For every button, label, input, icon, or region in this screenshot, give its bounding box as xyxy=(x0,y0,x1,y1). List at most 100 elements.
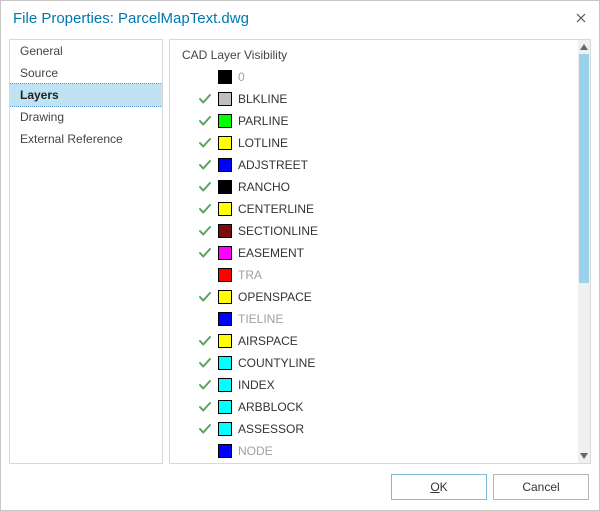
layer-row[interactable]: BLKLINE xyxy=(198,88,578,110)
sidebar-item-label: Source xyxy=(20,66,58,80)
section-title: CAD Layer Visibility xyxy=(182,48,578,62)
layer-label: ADJSTREET xyxy=(238,158,308,172)
color-swatch xyxy=(218,202,232,216)
layer-label: PARLINE xyxy=(238,114,288,128)
ok-button-label: OK xyxy=(430,480,447,494)
layer-row[interactable]: COUNTYLINE xyxy=(198,352,578,374)
color-swatch xyxy=(218,378,232,392)
visible-check-icon[interactable] xyxy=(198,247,212,259)
color-swatch xyxy=(218,400,232,414)
layer-row[interactable]: TRA xyxy=(198,264,578,286)
sidebar-item-layers[interactable]: Layers xyxy=(9,83,163,107)
visible-check-icon[interactable] xyxy=(198,401,212,413)
scroll-down-button[interactable] xyxy=(578,449,590,463)
color-swatch xyxy=(218,158,232,172)
cancel-button-label: Cancel xyxy=(522,480,559,494)
dialog-title: File Properties: ParcelMapText.dwg xyxy=(13,10,249,27)
color-swatch xyxy=(218,268,232,282)
visible-check-icon[interactable] xyxy=(198,423,212,435)
layer-row[interactable]: ADJSTREET xyxy=(198,154,578,176)
sidebar-item-drawing[interactable]: Drawing xyxy=(10,106,162,128)
color-swatch xyxy=(218,114,232,128)
layer-row[interactable]: NODE xyxy=(198,440,578,462)
color-swatch xyxy=(218,290,232,304)
layer-row[interactable]: RANCHO xyxy=(198,176,578,198)
visible-check-icon[interactable] xyxy=(198,357,212,369)
scroll-thumb[interactable] xyxy=(579,54,589,283)
sidebar-item-general[interactable]: General xyxy=(10,40,162,62)
color-swatch xyxy=(218,444,232,458)
cancel-button[interactable]: Cancel xyxy=(493,474,589,500)
scroll-up-button[interactable] xyxy=(578,40,590,54)
layer-list: 0 BLKLINE PARLINE LOTLINE ADJSTREET RANCHO CEN… xyxy=(182,66,578,462)
layer-row[interactable]: INDEX xyxy=(198,374,578,396)
visible-check-icon[interactable] xyxy=(198,159,212,171)
layer-label: 0 xyxy=(238,70,245,84)
scroll-track[interactable] xyxy=(578,54,590,449)
visible-check-icon[interactable] xyxy=(198,93,212,105)
chevron-up-icon xyxy=(580,44,588,50)
visible-check-icon[interactable] xyxy=(198,137,212,149)
layer-label: LOTLINE xyxy=(238,136,288,150)
color-swatch xyxy=(218,136,232,150)
layer-label: INDEX xyxy=(238,378,275,392)
layer-row[interactable]: ARBBLOCK xyxy=(198,396,578,418)
layer-row[interactable]: AIRSPACE xyxy=(198,330,578,352)
layer-row[interactable]: LOTLINE xyxy=(198,132,578,154)
sidebar-item-label: Drawing xyxy=(20,110,64,124)
layer-row[interactable]: EASEMENT xyxy=(198,242,578,264)
visible-check-icon[interactable] xyxy=(198,181,212,193)
sidebar-item-source[interactable]: Source xyxy=(10,62,162,84)
main-scroll-area: CAD Layer Visibility 0 BLKLINE PARLINE LOTL… xyxy=(170,40,578,463)
layer-row[interactable]: CENTERLINE xyxy=(198,198,578,220)
layer-row[interactable]: TIELINE xyxy=(198,308,578,330)
layer-label: TRA xyxy=(238,268,262,282)
chevron-down-icon xyxy=(580,453,588,459)
layer-label: EASEMENT xyxy=(238,246,304,260)
layer-label: AIRSPACE xyxy=(238,334,298,348)
dialog-footer: OK Cancel xyxy=(1,464,599,510)
color-swatch xyxy=(218,92,232,106)
color-swatch xyxy=(218,356,232,370)
layer-label: ASSESSOR xyxy=(238,422,304,436)
visible-check-icon[interactable] xyxy=(198,291,212,303)
visible-check-icon[interactable] xyxy=(198,335,212,347)
color-swatch xyxy=(218,312,232,326)
scrollbar-vertical[interactable] xyxy=(578,40,590,463)
sidebar: General Source Layers Drawing External Refer… xyxy=(9,39,163,464)
layer-label: NODE xyxy=(238,444,273,458)
layer-label: TIELINE xyxy=(238,312,283,326)
sidebar-item-label: Layers xyxy=(20,88,59,102)
color-swatch xyxy=(218,224,232,238)
sidebar-item-label: External Reference xyxy=(20,132,123,146)
visible-check-icon[interactable] xyxy=(198,115,212,127)
layer-row[interactable]: SECTIONLINE xyxy=(198,220,578,242)
sidebar-item-external-reference[interactable]: External Reference xyxy=(10,128,162,150)
layer-row[interactable]: ASSESSOR xyxy=(198,418,578,440)
visible-check-icon[interactable] xyxy=(198,379,212,391)
layer-label: COUNTYLINE xyxy=(238,356,315,370)
layer-label: SECTIONLINE xyxy=(238,224,318,238)
layer-label: BLKLINE xyxy=(238,92,287,106)
visible-check-icon[interactable] xyxy=(198,225,212,237)
layer-label: OPENSPACE xyxy=(238,290,312,304)
file-properties-dialog: File Properties: ParcelMapText.dwg Gener… xyxy=(0,0,600,511)
color-swatch xyxy=(218,180,232,194)
close-icon xyxy=(576,13,586,23)
titlebar: File Properties: ParcelMapText.dwg xyxy=(1,1,599,35)
color-swatch xyxy=(218,422,232,436)
layer-label: ARBBLOCK xyxy=(238,400,303,414)
color-swatch xyxy=(218,334,232,348)
ok-button[interactable]: OK xyxy=(391,474,487,500)
main-panel: CAD Layer Visibility 0 BLKLINE PARLINE LOTL… xyxy=(169,39,591,464)
color-swatch xyxy=(218,70,232,84)
dialog-body: General Source Layers Drawing External Refer… xyxy=(1,35,599,464)
layer-row[interactable]: OPENSPACE xyxy=(198,286,578,308)
layer-row[interactable]: PARLINE xyxy=(198,110,578,132)
close-button[interactable] xyxy=(573,10,589,26)
color-swatch xyxy=(218,246,232,260)
visible-check-icon[interactable] xyxy=(198,203,212,215)
layer-label: CENTERLINE xyxy=(238,202,314,216)
layer-label: RANCHO xyxy=(238,180,290,194)
layer-row[interactable]: 0 xyxy=(198,66,578,88)
